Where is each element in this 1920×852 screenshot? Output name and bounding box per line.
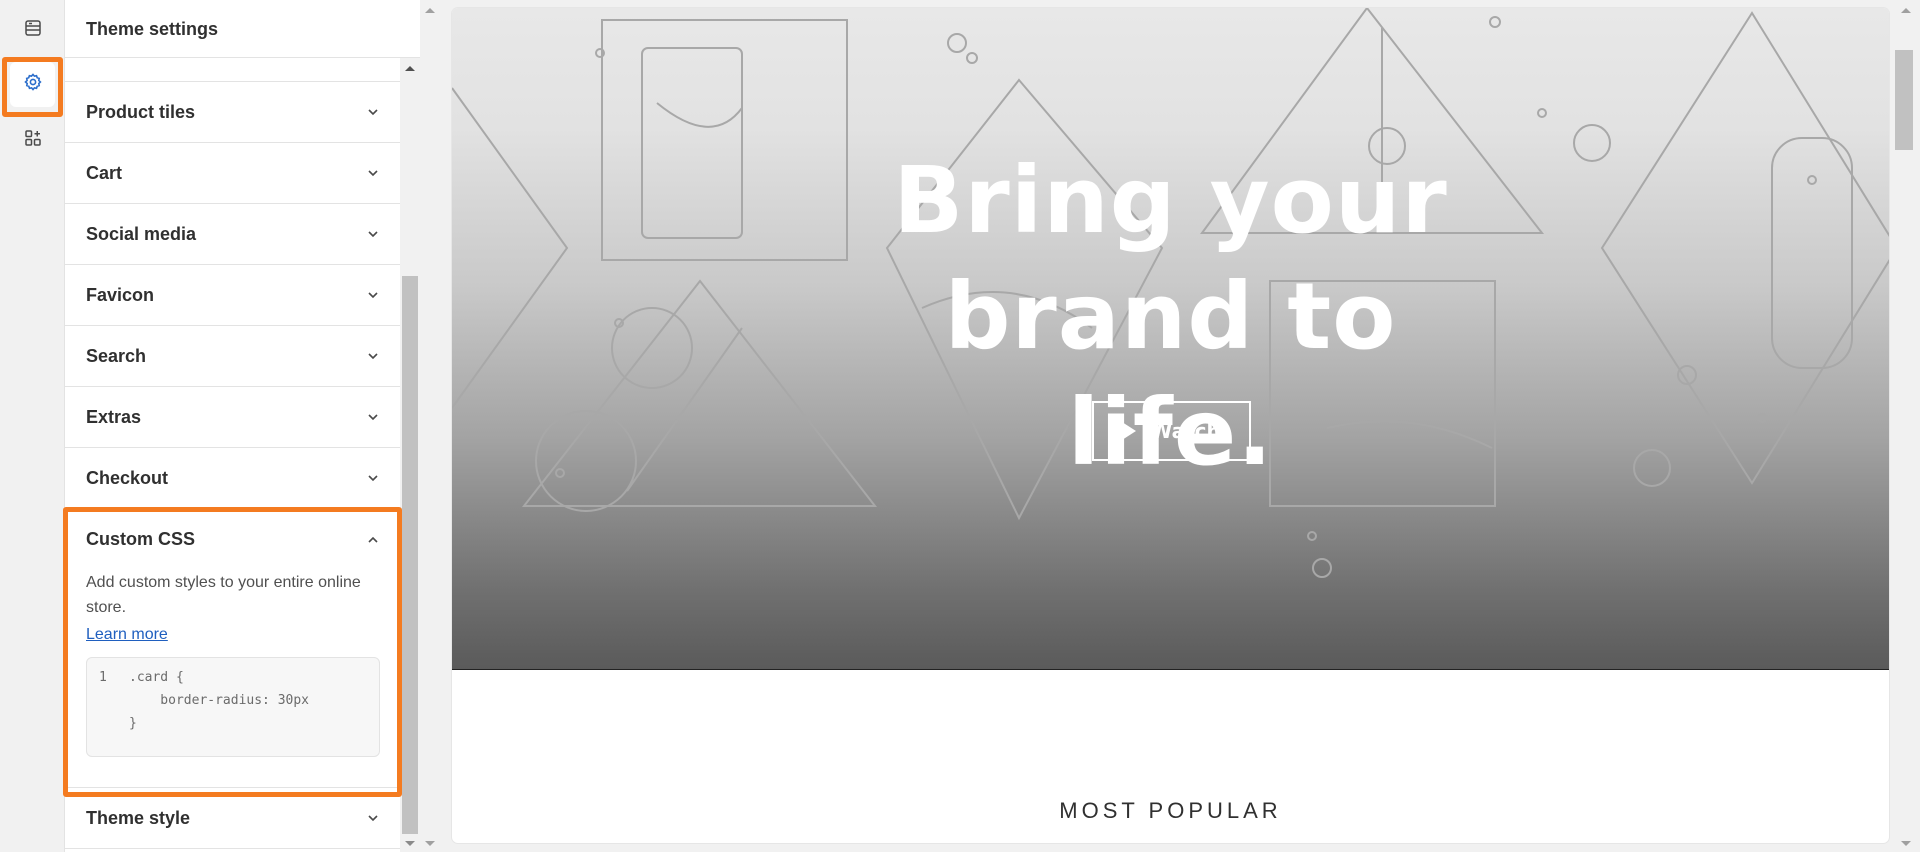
watch-label: Watch bbox=[1150, 419, 1221, 443]
apps-button[interactable] bbox=[10, 118, 55, 163]
section-label: Checkout bbox=[86, 467, 169, 488]
custom-css-header[interactable]: Custom CSS bbox=[86, 509, 380, 570]
code-text: .card { bbox=[129, 670, 184, 685]
section-heading: MOST POPULAR bbox=[1059, 798, 1282, 823]
sections-icon bbox=[23, 18, 43, 43]
scroll-down-arrow-icon[interactable] bbox=[1901, 841, 1911, 846]
chevron-down-icon bbox=[366, 166, 380, 180]
scroll-down-arrow-icon[interactable] bbox=[425, 841, 435, 846]
settings-panel: Theme settings Product tiles Cart Social… bbox=[65, 0, 420, 852]
hero-banner: Bring your brand to life. Watch bbox=[452, 8, 1889, 670]
section-social-media[interactable]: Social media bbox=[65, 204, 400, 265]
scrollbar-thumb[interactable] bbox=[1895, 50, 1913, 150]
watch-button[interactable]: Watch bbox=[1092, 401, 1251, 461]
section-favicon[interactable]: Favicon bbox=[65, 265, 400, 326]
code-text: } bbox=[129, 716, 137, 731]
custom-css-description: Add custom styles to your entire online … bbox=[86, 574, 361, 616]
play-icon bbox=[1122, 422, 1137, 440]
scroll-up-arrow-icon[interactable] bbox=[425, 8, 435, 13]
section-stub bbox=[65, 58, 400, 82]
chevron-down-icon bbox=[366, 105, 380, 119]
code-line: 1 .card { bbox=[99, 666, 367, 689]
code-text: border-radius: 30px bbox=[129, 693, 310, 708]
section-search[interactable]: Search bbox=[65, 326, 400, 387]
section-label: Cart bbox=[86, 162, 123, 183]
scroll-up-arrow-icon[interactable] bbox=[405, 66, 415, 71]
section-label: Product tiles bbox=[86, 101, 196, 122]
line-number: 1 bbox=[99, 670, 107, 685]
section-extras[interactable]: Extras bbox=[65, 387, 400, 448]
section-checkout[interactable]: Checkout bbox=[65, 448, 400, 509]
section-label: Theme style bbox=[86, 807, 191, 828]
panel-title: Theme settings bbox=[65, 0, 420, 58]
section-label: Custom CSS bbox=[86, 529, 196, 549]
section-label: Favicon bbox=[86, 284, 155, 305]
chevron-down-icon bbox=[366, 410, 380, 424]
section-cart[interactable]: Cart bbox=[65, 143, 400, 204]
chevron-down-icon bbox=[366, 471, 380, 485]
panel-scroll-area: Product tiles Cart Social media Favicon … bbox=[65, 58, 400, 852]
learn-more-link[interactable]: Learn more bbox=[86, 626, 168, 644]
panel-scrollbar[interactable] bbox=[400, 58, 420, 852]
apps-add-icon bbox=[23, 128, 43, 153]
preview-outer-scrollbar[interactable] bbox=[420, 0, 440, 852]
chevron-down-icon bbox=[366, 349, 380, 363]
chevron-down-icon bbox=[366, 288, 380, 302]
chevron-up-icon bbox=[366, 533, 380, 547]
scroll-up-arrow-icon[interactable] bbox=[1901, 8, 1911, 13]
section-custom-css: Custom CSS Add custom styles to your ent… bbox=[65, 509, 400, 788]
store-preview-frame: Bring your brand to life. Watch MOST POP… bbox=[452, 8, 1889, 843]
code-line: } bbox=[99, 712, 367, 735]
section-label: Extras bbox=[86, 406, 142, 427]
scroll-down-arrow-icon[interactable] bbox=[405, 841, 415, 846]
rail-highlight-box bbox=[2, 57, 63, 117]
code-line: border-radius: 30px bbox=[99, 689, 367, 712]
section-theme-style[interactable]: Theme style bbox=[65, 788, 400, 849]
chevron-down-icon bbox=[366, 811, 380, 825]
preview-scrollbar[interactable] bbox=[1892, 0, 1920, 852]
section-label: Social media bbox=[86, 223, 197, 244]
chevron-down-icon bbox=[366, 227, 380, 241]
section-label: Search bbox=[86, 345, 147, 366]
icon-rail bbox=[0, 0, 65, 852]
scrollbar-thumb[interactable] bbox=[402, 276, 418, 834]
hero-divider bbox=[452, 669, 1889, 670]
section-product-tiles[interactable]: Product tiles bbox=[65, 82, 400, 143]
sections-button[interactable] bbox=[10, 8, 55, 53]
custom-css-editor[interactable]: 1 .card { border-radius: 30px } bbox=[86, 657, 380, 757]
